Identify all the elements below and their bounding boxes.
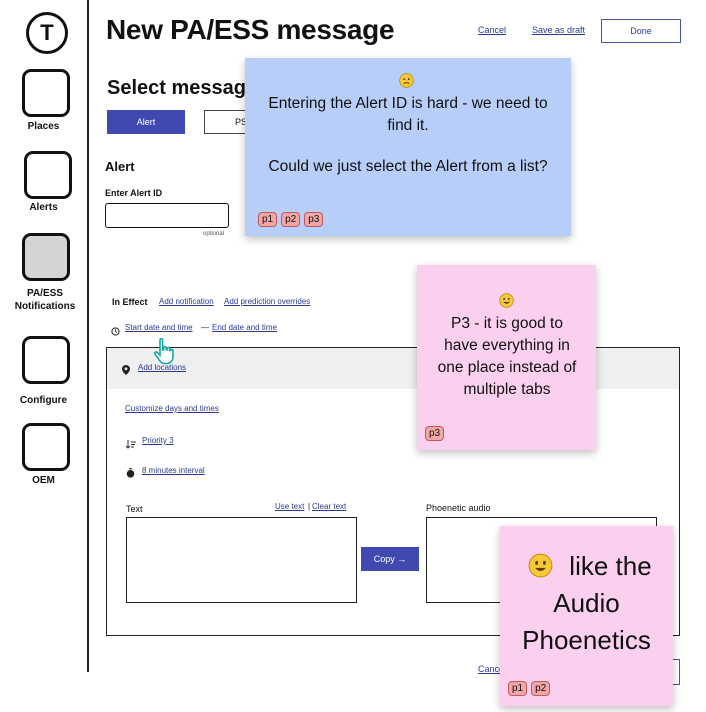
done-button[interactable]: Done xyxy=(601,19,681,43)
alert-id-label: Enter Alert ID xyxy=(105,188,163,198)
interval-link[interactable]: 8 minutes interval xyxy=(142,466,205,475)
sticky-note-audio-phonetics: like the Audio Phoenetics p1 p2 xyxy=(500,526,673,706)
sidebar-label-configure: Configure xyxy=(19,395,68,406)
message-text-area[interactable] xyxy=(126,517,357,603)
sidebar: T Places Alerts PA/ESS Notifications Con… xyxy=(0,0,89,672)
note-text-line-1: Entering the Alert ID is hard - we need … xyxy=(268,95,548,134)
customize-days-link[interactable]: Customize days and times xyxy=(125,404,219,413)
sticky-note-one-place: P3 - it is good to have everything in on… xyxy=(417,265,596,450)
sidebar-label-oem: OEM xyxy=(32,475,55,486)
arrow-right-icon: → xyxy=(397,554,407,564)
sidebar-item-configure[interactable] xyxy=(22,336,70,384)
tag-p3: p3 xyxy=(425,426,445,441)
note-text: P3 - it is good to have everything in on… xyxy=(437,315,577,398)
location-pin-icon xyxy=(122,362,130,380)
participant-tags: p1 p2 p3 xyxy=(258,209,327,227)
sidebar-item-pa-ess-notifications[interactable] xyxy=(22,233,70,281)
sidebar-label-pa-ess-notifications: PA/ESS Notifications xyxy=(14,288,76,312)
clear-text-link[interactable]: Clear text xyxy=(312,502,346,511)
sidebar-label-alerts: Alerts xyxy=(29,202,58,213)
participant-tags: p1 p2 xyxy=(508,678,554,696)
tag-p1: p1 xyxy=(258,212,278,227)
hand-pointer-icon xyxy=(152,337,180,372)
use-text-link[interactable]: Use text xyxy=(275,502,304,511)
participant-tags: p3 xyxy=(425,423,448,441)
sidebar-item-alerts[interactable] xyxy=(24,151,72,199)
start-date-link[interactable]: Start date and time xyxy=(125,323,193,332)
sidebar-item-places[interactable] xyxy=(22,69,70,117)
add-notification-link[interactable]: Add notification xyxy=(159,297,214,306)
select-message-heading: Select message xyxy=(107,77,258,99)
sidebar-item-oem[interactable] xyxy=(22,423,70,471)
add-prediction-overrides-link[interactable]: Add prediction overrides xyxy=(224,297,310,306)
copy-button-label: Copy xyxy=(373,554,395,564)
alert-heading: Alert xyxy=(105,159,135,174)
tag-p1: p1 xyxy=(508,681,528,696)
page-title: New PA/ESS message xyxy=(106,14,395,45)
optional-hint: optional xyxy=(203,231,225,237)
message-type-alert-button[interactable]: Alert xyxy=(107,110,185,134)
sticky-note-alert-id: Entering the Alert ID is hard - we need … xyxy=(245,58,571,236)
smile-face-icon xyxy=(499,293,514,308)
timer-icon xyxy=(126,465,135,483)
end-date-link[interactable]: End date and time xyxy=(212,323,277,332)
priority-link[interactable]: Priority 3 xyxy=(142,436,174,445)
cancel-link[interactable]: Cancel xyxy=(478,25,506,35)
tag-p2: p2 xyxy=(531,681,551,696)
clock-icon xyxy=(111,323,120,336)
note-text: like the Audio Phoenetics xyxy=(522,551,652,655)
phonetic-audio-label: Phoenetic audio xyxy=(426,503,491,513)
alert-id-input[interactable] xyxy=(105,203,229,228)
date-range-dash: — xyxy=(201,323,209,332)
copy-button[interactable]: Copy → xyxy=(361,547,419,571)
tag-p3: p3 xyxy=(304,212,324,227)
sad-face-icon xyxy=(399,73,414,88)
in-effect-label: In Effect xyxy=(112,297,148,307)
priority-icon xyxy=(125,436,136,454)
tag-p2: p2 xyxy=(281,212,301,227)
sidebar-label-places: Places xyxy=(27,121,60,132)
text-field-label: Text xyxy=(126,504,143,514)
save-draft-link[interactable]: Save as draft xyxy=(532,25,585,35)
note-text-line-2: Could we just select the Alert from a li… xyxy=(268,158,548,175)
app-logo: T xyxy=(26,12,68,54)
link-separator: | xyxy=(308,502,311,511)
